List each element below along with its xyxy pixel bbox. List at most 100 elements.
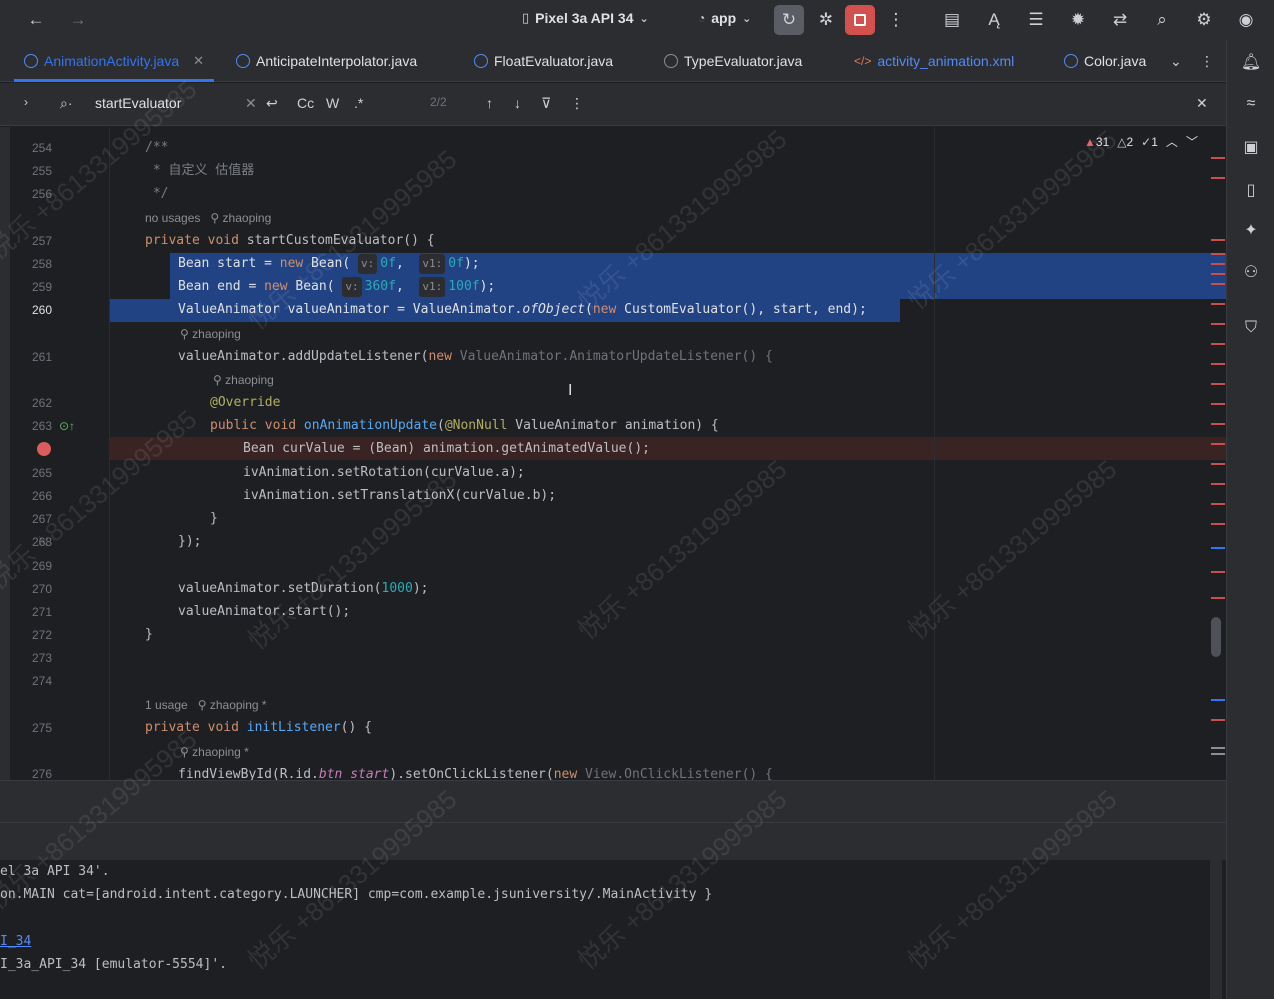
more-vertical-icon[interactable]: ⋮ bbox=[884, 8, 908, 32]
code-line: * 自定义 估值器 bbox=[145, 163, 255, 178]
line-number: 254 bbox=[31, 141, 52, 155]
tabs-more-icon[interactable]: ⋮ bbox=[1200, 40, 1214, 82]
newline-icon[interactable]: ↩ bbox=[266, 95, 278, 112]
device-selector[interactable]: ▯ Pixel 3a API 34 ⌄ bbox=[522, 10, 649, 26]
error-mark[interactable] bbox=[1211, 463, 1225, 465]
param-hint: v1: bbox=[419, 254, 446, 274]
hierarchy-icon[interactable]: ⚇ bbox=[1239, 260, 1263, 284]
account-icon[interactable]: ◉ bbox=[1234, 8, 1258, 32]
error-mark[interactable] bbox=[1211, 571, 1225, 573]
error-mark[interactable] bbox=[1211, 363, 1225, 365]
search-icon[interactable]: ⌕ bbox=[1150, 8, 1174, 32]
code-editor[interactable]: 254 255 256 257 258 259 260 261 262 263 … bbox=[0, 127, 1226, 780]
line-number: 265 bbox=[31, 466, 52, 480]
misc-mark[interactable] bbox=[1211, 747, 1225, 749]
code-vision-hint[interactable]: 1 usage ⚲ zhaoping * bbox=[145, 698, 267, 712]
error-mark[interactable] bbox=[1211, 283, 1225, 285]
run-config-selector[interactable]: ◔ app ⌄ bbox=[698, 10, 751, 26]
code-vision-hint[interactable]: no usages ⚲ zhaoping bbox=[145, 211, 271, 225]
stop-button[interactable] bbox=[845, 5, 875, 35]
notifications-bell-icon[interactable]: 🔔︎ bbox=[1239, 50, 1263, 74]
gradle-icon[interactable]: ≈ bbox=[1239, 92, 1263, 116]
find-input[interactable]: startEvaluator bbox=[95, 95, 181, 111]
override-gutter-icon[interactable]: ⊙↑ bbox=[59, 419, 75, 433]
code-vision-hint[interactable]: ⚲ zhaoping bbox=[180, 327, 241, 341]
device-manager-icon[interactable]: ▤ bbox=[940, 8, 964, 32]
error-mark[interactable] bbox=[1211, 597, 1225, 599]
console-scrollbar[interactable] bbox=[1210, 860, 1222, 999]
settings-gear-icon[interactable]: ⚙ bbox=[1192, 8, 1216, 32]
error-mark[interactable] bbox=[1211, 323, 1225, 325]
misc-mark[interactable] bbox=[1211, 753, 1225, 755]
error-stripe[interactable] bbox=[1208, 127, 1226, 780]
chevron-down-icon[interactable]: ﹀ bbox=[1186, 133, 1198, 150]
info-mark[interactable] bbox=[1211, 699, 1225, 701]
usages-hint: 1 usage bbox=[145, 698, 188, 712]
error-mark[interactable] bbox=[1211, 483, 1225, 485]
rerun-icon[interactable]: ↻ bbox=[774, 5, 804, 35]
debug-icon[interactable]: ✲ bbox=[814, 8, 838, 32]
previous-match-arrow-icon[interactable]: ↑ bbox=[486, 95, 493, 111]
error-mark[interactable] bbox=[1211, 443, 1225, 445]
tab-label: AnticipateInterpolator.java bbox=[256, 53, 418, 69]
author-hint: zhaoping * bbox=[192, 745, 249, 759]
interface-icon bbox=[664, 54, 678, 68]
regex-toggle[interactable]: .* bbox=[354, 95, 363, 111]
shield-icon[interactable]: ⛉ bbox=[1239, 316, 1263, 340]
clear-search-icon[interactable]: ✕ bbox=[245, 95, 257, 112]
gemini-sparkle-icon[interactable]: ✦ bbox=[1239, 218, 1263, 242]
info-mark[interactable] bbox=[1211, 547, 1225, 549]
error-mark[interactable] bbox=[1211, 383, 1225, 385]
translate-icon[interactable]: Ą bbox=[982, 8, 1006, 32]
device-file-icon[interactable]: ▣ bbox=[1239, 135, 1263, 159]
error-mark[interactable] bbox=[1211, 503, 1225, 505]
error-mark[interactable] bbox=[1211, 523, 1225, 525]
tab-anticipate-interpolator[interactable]: AnticipateInterpolator.java bbox=[236, 40, 417, 82]
error-mark[interactable] bbox=[1211, 177, 1225, 179]
find-more-icon[interactable]: ⋮ bbox=[570, 95, 584, 112]
error-mark[interactable] bbox=[1211, 273, 1225, 275]
filter-icon[interactable]: ⊽ bbox=[541, 95, 551, 112]
tab-color[interactable]: Color.java bbox=[1064, 40, 1146, 82]
error-mark[interactable] bbox=[1211, 343, 1225, 345]
error-mark[interactable] bbox=[1211, 239, 1225, 241]
bug-icon[interactable]: ✹ bbox=[1066, 8, 1090, 32]
code-vision-hint[interactable]: ⚲ zhaoping bbox=[213, 373, 274, 387]
match-case-toggle[interactable]: Cc bbox=[297, 95, 314, 111]
author-icon: ⚲ bbox=[180, 745, 189, 759]
error-mark[interactable] bbox=[1211, 253, 1225, 255]
code-token: private void bbox=[145, 233, 247, 248]
tab-activity-animation-xml[interactable]: </> activity_animation.xml bbox=[854, 40, 1014, 82]
next-match-arrow-icon[interactable]: ↓ bbox=[514, 95, 521, 111]
expand-chevron-icon[interactable]: › bbox=[24, 95, 28, 109]
close-icon[interactable]: ✕ bbox=[193, 53, 204, 69]
chevron-up-icon[interactable]: ︿ bbox=[1166, 133, 1178, 150]
search-history-icon[interactable]: ⌕· bbox=[60, 95, 73, 112]
class-icon bbox=[236, 54, 250, 68]
tabs-overflow-chevron-icon[interactable]: ⌄ bbox=[1170, 40, 1182, 82]
warning-count: △2 bbox=[1117, 135, 1133, 149]
inspections-widget[interactable]: ▲31 △2 ✓1 ︿ ﹀ bbox=[1084, 133, 1198, 150]
tab-type-evaluator[interactable]: TypeEvaluator.java bbox=[664, 40, 802, 82]
forward-arrow-icon[interactable]: → bbox=[66, 8, 90, 32]
running-devices-icon[interactable]: ▯ bbox=[1239, 178, 1263, 202]
code-vision-hint[interactable]: ⚲ zhaoping * bbox=[180, 745, 249, 759]
breakpoint-icon[interactable] bbox=[37, 442, 51, 456]
close-find-icon[interactable]: ✕ bbox=[1196, 95, 1208, 112]
structure-icon[interactable]: ☰ bbox=[1024, 8, 1048, 32]
error-count: ▲31 bbox=[1084, 135, 1109, 149]
error-mark[interactable] bbox=[1211, 157, 1225, 159]
error-mark[interactable] bbox=[1211, 719, 1225, 721]
error-mark[interactable] bbox=[1211, 303, 1225, 305]
sync-icon[interactable]: ⇄ bbox=[1108, 8, 1132, 32]
tab-float-evaluator[interactable]: FloatEvaluator.java bbox=[474, 40, 613, 82]
tab-animation-activity[interactable]: AnimationActivity.java ✕ bbox=[14, 40, 215, 82]
code-token: ValueAnimator valueAnimator = ValueAnima… bbox=[178, 302, 523, 317]
scroll-thumb[interactable] bbox=[1211, 617, 1221, 657]
error-mark[interactable] bbox=[1211, 423, 1225, 425]
console-link[interactable]: I_34 bbox=[0, 934, 31, 949]
back-arrow-icon[interactable]: ← bbox=[24, 8, 48, 32]
error-mark[interactable] bbox=[1211, 403, 1225, 405]
error-mark[interactable] bbox=[1211, 263, 1225, 265]
whole-words-toggle[interactable]: W bbox=[326, 95, 339, 111]
